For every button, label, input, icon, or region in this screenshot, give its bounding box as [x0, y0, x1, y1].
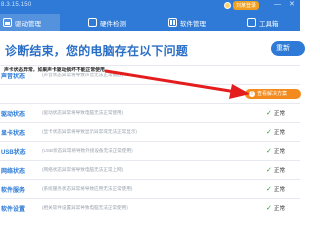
arrow-shaft: [104, 69, 238, 94]
arrow-head: [229, 84, 250, 99]
list-item: 软件设置 (相关软件设置异常导致电脑无法正常使用) ✓ 正常: [0, 198, 300, 217]
status-badge: ✓ 正常: [266, 204, 285, 212]
status-text: 正常: [273, 206, 286, 212]
row-description: (相关软件设置异常导致电脑无法正常使用): [42, 205, 128, 210]
row-label: 软件设置: [1, 207, 26, 213]
check-icon: ✓: [266, 205, 272, 212]
annotation-arrow: [104, 69, 250, 99]
